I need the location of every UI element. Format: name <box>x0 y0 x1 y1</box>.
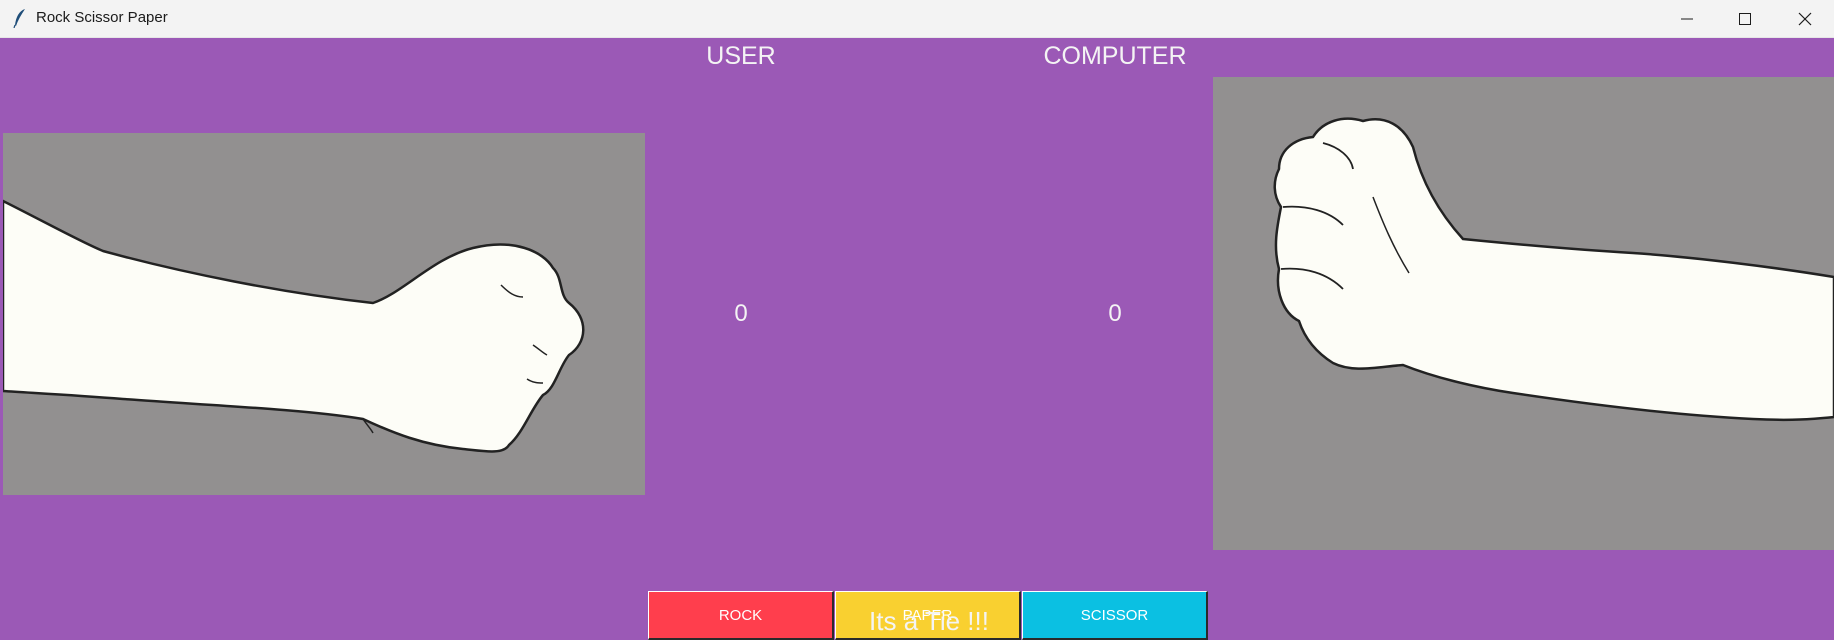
computer-hand-image <box>1213 77 1834 550</box>
user-label: USER <box>706 42 776 70</box>
close-icon <box>1798 12 1812 25</box>
user-hand-image <box>3 133 645 495</box>
maximize-button[interactable] <box>1716 0 1774 37</box>
computer-score: 0 <box>1108 300 1122 327</box>
user-score: 0 <box>734 300 748 327</box>
result-text: Its a Tie !!! <box>869 606 989 636</box>
minimize-button[interactable] <box>1658 0 1716 37</box>
minimize-icon <box>1681 18 1693 19</box>
rock-hand-icon <box>1273 117 1834 422</box>
game-area: USER COMPUTER 0 0 ROCK PAPER SCISSOR Its… <box>0 38 1834 640</box>
maximize-icon <box>1739 12 1751 25</box>
feather-icon <box>13 9 25 28</box>
computer-label: COMPUTER <box>1043 42 1187 70</box>
title-bar: Rock Scissor Paper <box>0 0 1834 38</box>
close-button[interactable] <box>1776 0 1834 37</box>
window-title: Rock Scissor Paper <box>36 9 168 26</box>
rock-hand-icon <box>3 199 585 453</box>
